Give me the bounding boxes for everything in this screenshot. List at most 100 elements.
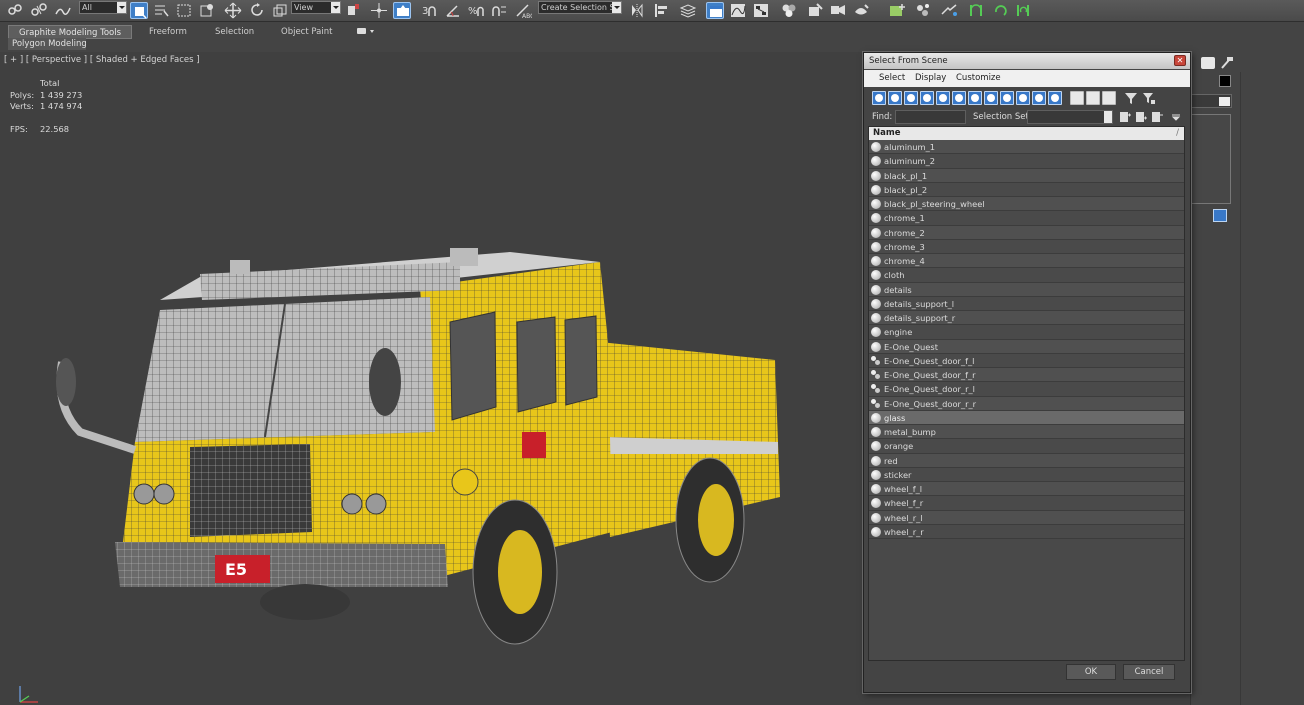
list-item[interactable]: black_pl_steering_wheel <box>869 197 1184 212</box>
reference-coordinate-dropdown[interactable]: View <box>291 1 341 14</box>
menu-display[interactable]: Display <box>915 70 946 87</box>
display-shapes-icon[interactable] <box>888 91 902 105</box>
list-item[interactable]: black_pl_1 <box>869 168 1184 183</box>
display-object-xrefs-icon[interactable] <box>984 91 998 105</box>
panel-dropdown-arrow-icon[interactable] <box>1219 97 1230 106</box>
edit-named-selection-icon[interactable]: ABC <box>514 2 532 19</box>
container-icon[interactable] <box>888 2 906 19</box>
tab-selection[interactable]: Selection <box>205 25 264 39</box>
menu-select[interactable]: Select <box>879 70 905 87</box>
list-item[interactable]: orange <box>869 439 1184 454</box>
refresh-green-icon[interactable] <box>967 2 985 19</box>
viewport-label[interactable]: [ + ] [ Perspective ] [ Shaded + Edged F… <box>4 55 200 65</box>
display-space-warps-icon[interactable] <box>952 91 966 105</box>
render-setup-icon[interactable] <box>806 2 824 19</box>
select-and-manipulate-icon[interactable] <box>370 2 388 19</box>
add-to-selection-set-icon[interactable] <box>1134 110 1148 124</box>
selection-filter-dropdown[interactable]: All <box>79 1 127 14</box>
bind-to-space-warp-icon[interactable] <box>54 2 72 19</box>
angle-snap-icon[interactable] <box>444 2 462 19</box>
scene-object-list[interactable]: Name / aluminum_1 aluminum_2 black_pl_1 bla… <box>868 126 1185 661</box>
select-all-icon[interactable] <box>1070 91 1084 105</box>
hammer-tab-icon[interactable] <box>1219 57 1233 69</box>
unlink-selection-icon[interactable] <box>30 2 48 19</box>
align-icon[interactable] <box>652 2 670 19</box>
curve-editor-icon[interactable] <box>729 2 747 19</box>
ribbon-options-icon[interactable] <box>357 27 377 36</box>
display-containers-icon[interactable] <box>1016 91 1030 105</box>
list-item[interactable]: wheel_f_l <box>869 482 1184 497</box>
list-item[interactable]: E-One_Quest_door_f_l <box>869 353 1184 368</box>
modifier-stack-panel[interactable] <box>1191 114 1231 204</box>
scene-explorer-icon[interactable] <box>914 2 932 19</box>
list-item[interactable]: details_support_r <box>869 311 1184 326</box>
scale-icon[interactable] <box>271 2 289 19</box>
find-input[interactable] <box>895 110 966 124</box>
close-icon[interactable]: ✕ <box>1174 55 1186 66</box>
list-item[interactable]: E-One_Quest_door_f_r <box>869 368 1184 383</box>
menu-customize[interactable]: Customize <box>956 70 1001 87</box>
name-column-header[interactable]: Name / <box>869 127 1184 140</box>
display-cameras-icon[interactable] <box>920 91 934 105</box>
dialog-titlebar[interactable]: Select From Scene ✕ <box>864 53 1190 69</box>
rectangular-selection-icon[interactable] <box>175 2 193 19</box>
display-groups-icon[interactable] <box>968 91 982 105</box>
invert-selection-icon[interactable] <box>1102 91 1116 105</box>
list-item[interactable]: engine <box>869 325 1184 340</box>
utilities-tab-icon[interactable] <box>1201 57 1215 69</box>
display-hidden-icon[interactable] <box>1048 91 1062 105</box>
select-none-icon[interactable] <box>1086 91 1100 105</box>
pivot-center-icon[interactable] <box>344 2 362 19</box>
list-item[interactable]: glass <box>869 410 1184 425</box>
filter-icon[interactable] <box>1124 91 1138 105</box>
render-production-icon[interactable] <box>852 2 870 19</box>
list-item[interactable]: cloth <box>869 268 1184 283</box>
list-item[interactable]: E-One_Quest_door_r_l <box>869 382 1184 397</box>
spinner-snap-icon[interactable] <box>490 2 508 19</box>
list-item[interactable]: E-One_Quest <box>869 339 1184 354</box>
move-icon[interactable] <box>224 2 242 19</box>
select-object-icon[interactable] <box>130 2 148 19</box>
display-lights-icon[interactable] <box>904 91 918 105</box>
material-editor-icon[interactable] <box>780 2 798 19</box>
mirror-icon[interactable] <box>628 2 646 19</box>
list-item[interactable]: E-One_Quest_door_r_r <box>869 396 1184 411</box>
list-item[interactable]: wheel_r_l <box>869 510 1184 525</box>
list-item[interactable]: red <box>869 453 1184 468</box>
list-item[interactable]: chrome_2 <box>869 225 1184 240</box>
select-from-scene-dialog[interactable]: Select From Scene ✕ Select Display Custo… <box>863 52 1191 693</box>
dialog-options-icon[interactable] <box>1171 112 1185 126</box>
tab-freeform[interactable]: Freeform <box>139 25 197 39</box>
list-item[interactable]: chrome_4 <box>869 254 1184 269</box>
schematic-view-icon[interactable] <box>752 2 770 19</box>
list-item[interactable]: black_pl_2 <box>869 182 1184 197</box>
list-item[interactable]: chrome_3 <box>869 239 1184 254</box>
vray-tools-icon[interactable] <box>940 2 958 19</box>
list-item[interactable]: details <box>869 282 1184 297</box>
select-by-name-icon[interactable] <box>152 2 170 19</box>
cycle-green-icon[interactable] <box>992 2 1010 19</box>
configure-modifier-sets-icon[interactable] <box>1213 209 1227 222</box>
rendered-frame-window-icon[interactable] <box>829 2 847 19</box>
cancel-button[interactable]: Cancel <box>1123 664 1175 680</box>
list-item[interactable]: wheel_f_r <box>869 496 1184 511</box>
keyboard-shortcut-override-icon[interactable] <box>393 2 411 19</box>
graphite-modeling-tools-icon[interactable] <box>706 2 724 19</box>
polygon-modeling-panel[interactable]: Polygon Modeling <box>8 38 87 50</box>
named-selection-set-dropdown[interactable]: Create Selection Se <box>538 1 622 14</box>
display-frozen-icon[interactable] <box>1032 91 1046 105</box>
tab-object-paint[interactable]: Object Paint <box>271 25 342 39</box>
selection-set-dropdown[interactable] <box>1027 110 1113 124</box>
fire-truck-model[interactable]: E5 <box>40 192 800 652</box>
tab-graphite-modeling-tools[interactable]: Graphite Modeling Tools <box>8 25 133 39</box>
list-item[interactable]: metal_bump <box>869 425 1184 440</box>
bake-green-icon[interactable] <box>1014 2 1032 19</box>
ok-button[interactable]: OK <box>1066 664 1116 680</box>
window-crossing-icon[interactable] <box>198 2 216 19</box>
percent-snap-icon[interactable]: % <box>467 2 485 19</box>
rotate-icon[interactable] <box>248 2 266 19</box>
list-item[interactable]: aluminum_2 <box>869 154 1184 169</box>
list-item[interactable]: sticker <box>869 467 1184 482</box>
list-item[interactable]: details_support_l <box>869 296 1184 311</box>
display-helpers-icon[interactable] <box>936 91 950 105</box>
